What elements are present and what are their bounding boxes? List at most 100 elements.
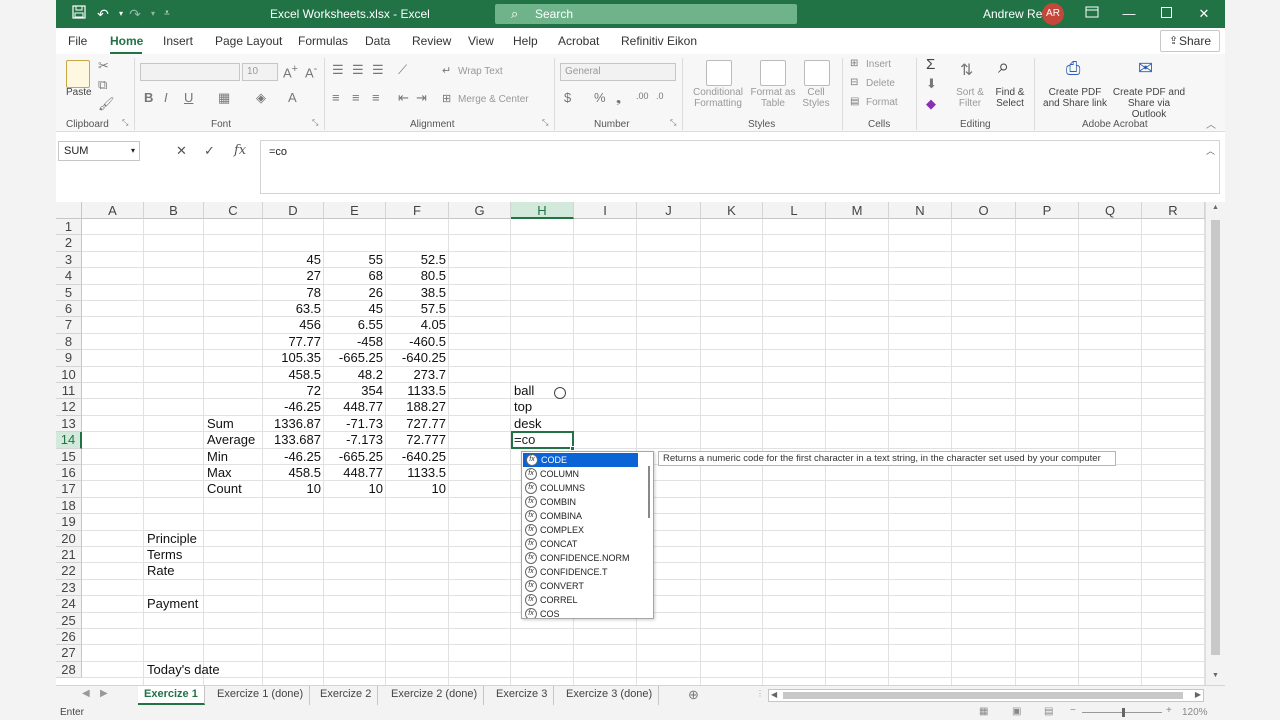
cell-b22[interactable]: Rate: [144, 563, 264, 579]
percent-icon[interactable]: %: [594, 90, 606, 105]
column-header[interactable]: H: [511, 202, 574, 219]
menu-view[interactable]: View: [468, 34, 494, 48]
cut-icon[interactable]: ✂: [98, 58, 109, 74]
autocomplete-item[interactable]: fx CONFIDENCE.NORM: [522, 551, 653, 565]
ribbon-display-icon[interactable]: [1082, 4, 1102, 24]
find-select-label[interactable]: Find & Select: [990, 87, 1030, 109]
tab-splitter-icon[interactable]: ⋮: [756, 689, 764, 698]
row-header[interactable]: 9: [56, 350, 82, 367]
row-header[interactable]: 5: [56, 284, 82, 301]
cell-e11[interactable]: 354: [324, 383, 386, 399]
decrease-indent-icon[interactable]: ⇤: [398, 90, 409, 106]
column-header[interactable]: B: [144, 202, 204, 219]
increase-indent-icon[interactable]: ⇥: [416, 90, 427, 106]
find-select-icon[interactable]: ⌕: [998, 56, 1009, 79]
maximize-icon[interactable]: [1156, 4, 1176, 24]
align-right-icon[interactable]: ≡: [372, 90, 380, 105]
autocomplete-item[interactable]: fx COLUMN: [522, 467, 653, 481]
row-header[interactable]: 26: [56, 629, 82, 646]
clear-icon[interactable]: ◆: [926, 96, 936, 112]
number-format-combo[interactable]: General: [560, 63, 676, 81]
bottom-align-icon[interactable]: ☰: [372, 62, 384, 78]
autocomplete-item[interactable]: fx COMBIN: [522, 495, 653, 509]
zoom-slider-thumb[interactable]: [1122, 708, 1125, 717]
cell-b28[interactable]: Today's date: [144, 662, 264, 678]
customize-toolbar-icon[interactable]: ⩡: [158, 5, 176, 23]
row-header[interactable]: 2: [56, 235, 82, 252]
autocomplete-item[interactable]: fx CODE: [523, 453, 638, 467]
alignment-launcher-icon[interactable]: ⤡: [542, 118, 548, 128]
row-header[interactable]: 25: [56, 612, 82, 629]
scroll-down-icon[interactable]: ▼: [1212, 672, 1219, 679]
paste-icon[interactable]: [66, 60, 90, 88]
sheet-tab[interactable]: Exercize 2 (done): [385, 686, 485, 705]
cell-d7[interactable]: 456: [263, 317, 324, 333]
cell-d14[interactable]: 133.687: [263, 432, 324, 448]
cell-e15[interactable]: -665.25: [324, 449, 386, 465]
cell-d3[interactable]: 45: [263, 252, 324, 268]
menu-review[interactable]: Review: [412, 34, 451, 48]
menu-page-layout[interactable]: Page Layout: [215, 34, 282, 48]
align-center-icon[interactable]: ≡: [352, 90, 360, 105]
scroll-left-icon[interactable]: ◀: [771, 690, 777, 699]
sheet-tab[interactable]: Exercize 1 (done): [211, 686, 311, 705]
format-as-table-icon[interactable]: [760, 60, 786, 86]
italic-icon[interactable]: I: [164, 90, 168, 105]
autosum-icon[interactable]: Σ: [926, 56, 935, 73]
font-name-combo[interactable]: [140, 63, 240, 81]
row-header[interactable]: 27: [56, 645, 82, 662]
font-launcher-icon[interactable]: ⤡: [312, 118, 318, 128]
copy-icon[interactable]: ⧉: [98, 77, 107, 93]
cell-e4[interactable]: 68: [324, 268, 386, 284]
fill-color-icon[interactable]: ◈: [256, 90, 266, 106]
enter-icon[interactable]: ✓: [204, 143, 215, 159]
autocomplete-item[interactable]: fx COLUMNS: [522, 481, 653, 495]
name-box[interactable]: SUM ▾: [58, 141, 140, 161]
sheet-tab[interactable]: Exercize 1: [138, 686, 205, 705]
format-as-table-label[interactable]: Format as Table: [748, 87, 798, 109]
cell-e7[interactable]: 6.55: [324, 317, 386, 333]
column-header[interactable]: A: [82, 202, 144, 219]
autocomplete-item[interactable]: fx CONCAT: [522, 537, 653, 551]
menu-acrobat[interactable]: Acrobat: [558, 34, 599, 48]
delete-cells-icon[interactable]: ⊟: [850, 77, 858, 88]
cell-h13[interactable]: desk: [511, 416, 631, 432]
horizontal-scroll-thumb[interactable]: [783, 692, 1183, 699]
sort-filter-label[interactable]: Sort & Filter: [954, 87, 986, 109]
row-header[interactable]: 19: [56, 514, 82, 531]
cell-d6[interactable]: 63.5: [263, 301, 324, 317]
row-header[interactable]: 15: [56, 448, 82, 465]
cell-f12[interactable]: 188.27: [386, 399, 449, 415]
borders-icon[interactable]: ▦: [218, 90, 230, 106]
menu-home[interactable]: Home: [110, 34, 143, 48]
column-header[interactable]: R: [1142, 202, 1205, 219]
cell-e6[interactable]: 45: [324, 301, 386, 317]
cell-d5[interactable]: 78: [263, 285, 324, 301]
page-break-view-icon[interactable]: ▤: [1044, 706, 1053, 717]
decrease-decimal-icon[interactable]: .0: [656, 91, 664, 101]
sheet-tab[interactable]: Exercize 3: [490, 686, 555, 705]
cell-h11[interactable]: ball: [511, 383, 631, 399]
cell-e12[interactable]: 448.77: [324, 399, 386, 415]
row-header[interactable]: 22: [56, 563, 82, 580]
merge-center-label[interactable]: Merge & Center: [458, 94, 529, 105]
formula-input[interactable]: =co: [260, 140, 1220, 194]
undo-icon[interactable]: ↶: [94, 5, 112, 23]
cell-e13[interactable]: -71.73: [324, 416, 386, 432]
autocomplete-scrollbar[interactable]: [648, 466, 650, 518]
autocomplete-list[interactable]: fx CODE fx COLUMN fx COLUMNS fx COMBIN fx COMBINA…: [521, 451, 654, 619]
menu-data[interactable]: Data: [365, 34, 390, 48]
expand-formula-icon[interactable]: ︿: [1206, 144, 1215, 157]
cell-f16[interactable]: 1133.5: [386, 465, 449, 481]
cell-f4[interactable]: 80.5: [386, 268, 449, 284]
cell-e5[interactable]: 26: [324, 285, 386, 301]
row-header[interactable]: 4: [56, 268, 82, 285]
column-header[interactable]: C: [204, 202, 263, 219]
cell-f9[interactable]: -640.25: [386, 350, 449, 366]
conditional-formatting-label[interactable]: Conditional Formatting: [692, 87, 744, 109]
decrease-font-icon[interactable]: A-: [305, 63, 317, 80]
minimize-icon[interactable]: —: [1119, 4, 1139, 24]
cell-d12[interactable]: -46.25: [263, 399, 324, 415]
column-header[interactable]: G: [449, 202, 511, 219]
autocomplete-item[interactable]: fx COMBINA: [522, 509, 653, 523]
